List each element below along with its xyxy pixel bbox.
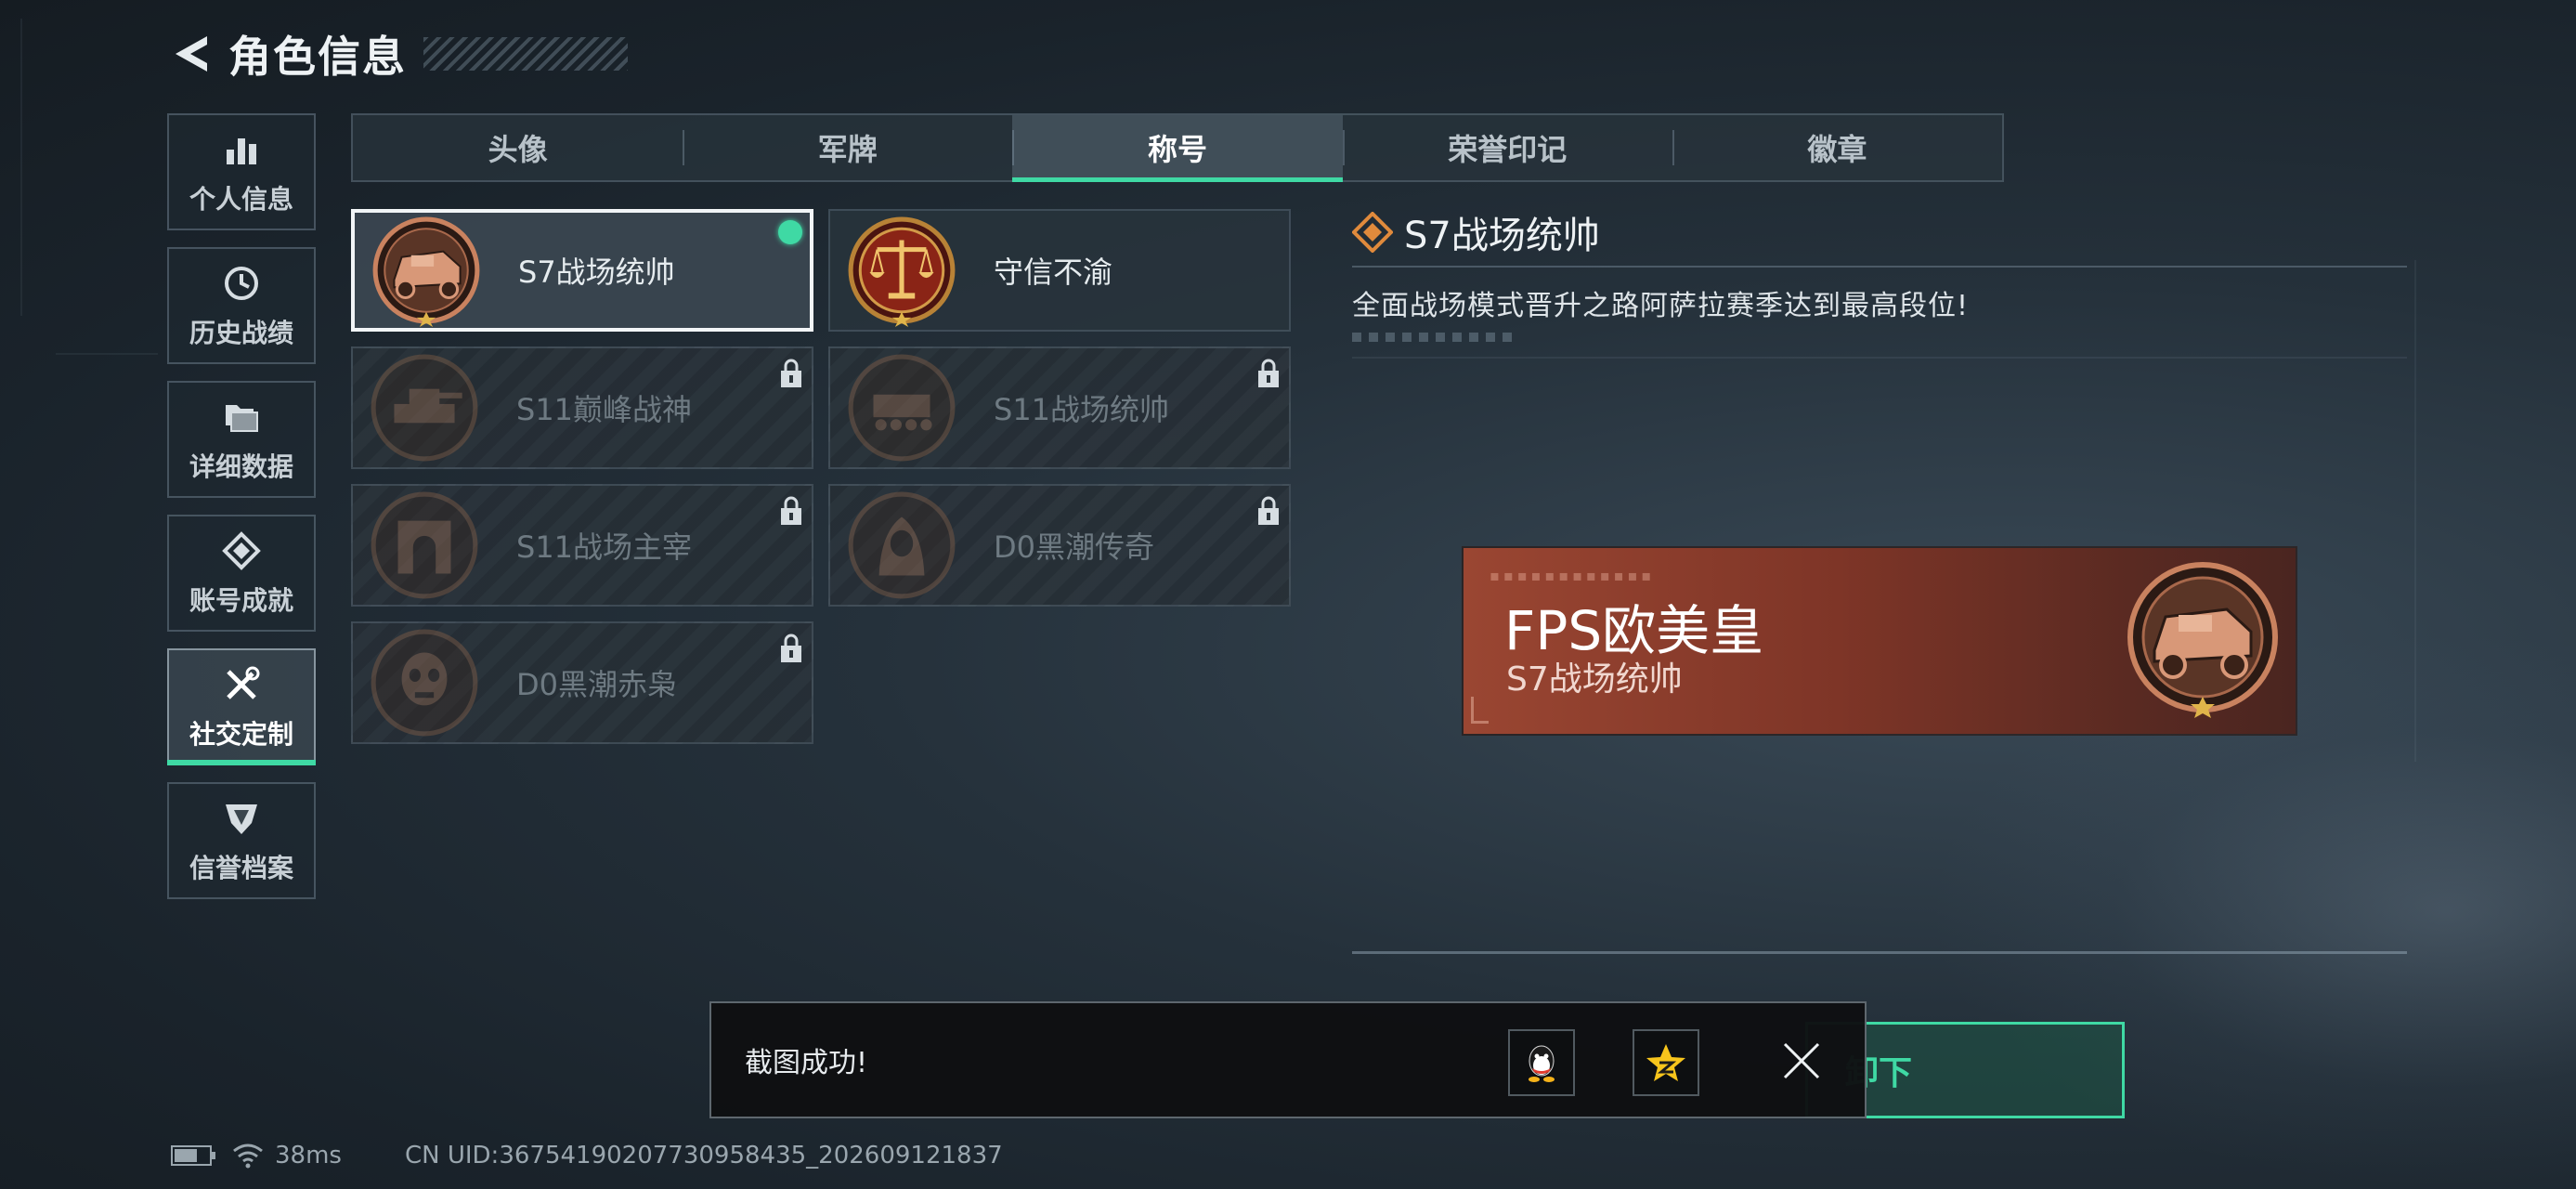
folder-icon [219, 395, 264, 439]
tools-icon [219, 662, 264, 707]
detail-title: S7战场统帅 [1404, 215, 1600, 257]
nav-item-achievements[interactable]: 账号成就 [167, 515, 316, 632]
close-icon [1783, 1042, 1820, 1079]
background-line [2414, 260, 2416, 762]
title-card-s11-dominator[interactable]: S11战场主宰 [351, 484, 813, 607]
title-card-s11-commander[interactable]: S11战场统帅 [828, 346, 1291, 469]
side-nav: 个人信息 历史战绩 详细数据 账号成就 社交定制 信誉档案 [167, 113, 319, 916]
bar-chart-icon [219, 127, 264, 172]
nameplate-decoration: ▪▪▪▪▪▪▪▪▪▪▪▪ [1490, 567, 1656, 584]
divider [1352, 266, 2407, 268]
nav-item-label: 社交定制 [189, 719, 293, 750]
nav-item-label: 个人信息 [189, 184, 293, 215]
qq-penguin-icon [1529, 1045, 1555, 1082]
lock-icon [1258, 496, 1279, 525]
title-card-s11-peak-god[interactable]: S11巅峰战神 [351, 346, 813, 469]
tab-bar: 头像 军牌 称号 荣誉印记 徽章 [351, 113, 2004, 182]
title-card-d0-black-tide-owl[interactable]: D0黑潮赤枭 [351, 621, 813, 744]
nav-item-label: 账号成就 [189, 585, 293, 616]
lock-icon [781, 496, 801, 525]
nav-item-social-customization[interactable]: 社交定制 [167, 648, 316, 765]
equipped-indicator [778, 220, 802, 244]
skull-mask-badge [371, 629, 478, 737]
title-label: S11巅峰战神 [516, 392, 693, 427]
nameplate-bracket [1471, 697, 1489, 724]
title-label: S11战场主宰 [516, 529, 693, 565]
scales-badge [848, 216, 956, 327]
clock-icon [219, 261, 264, 306]
tab-badge[interactable]: 徽章 [1672, 115, 2002, 180]
arch-badge [371, 491, 478, 599]
shield-icon [219, 796, 264, 841]
tab-honor-mark[interactable]: 荣誉印记 [1342, 115, 1672, 180]
wifi-icon [233, 1143, 263, 1169]
nav-item-label: 详细数据 [189, 451, 293, 482]
nav-item-label: 历史战绩 [189, 318, 293, 348]
preview-divider [1352, 951, 2407, 954]
title-label: D0黑潮传奇 [994, 529, 1155, 565]
tab-avatar[interactable]: 头像 [353, 115, 683, 180]
share-qzone-button[interactable] [1633, 1029, 1699, 1096]
share-qq-button[interactable] [1508, 1029, 1575, 1096]
hooded-figure-badge [848, 491, 956, 599]
title-label: S11战场统帅 [994, 392, 1170, 427]
header: 角色信息 [167, 26, 628, 82]
nav-item-credit-profile[interactable]: 信誉档案 [167, 782, 316, 899]
nameplate-preview: ▪▪▪▪▪▪▪▪▪▪▪▪ FPS欧美皇 S7战场统帅 [1464, 548, 2296, 734]
tracked-vehicle-badge [848, 354, 956, 462]
background-line [20, 19, 22, 316]
player-uid: CN UID:3675419020773095843​5_20260912183… [404, 1142, 1003, 1169]
status-bar: 38ms CN UID:3675419020773095843​5_202609… [171, 1139, 1003, 1172]
detail-decoration [1352, 333, 1519, 342]
lock-icon [781, 634, 801, 662]
armored-vehicle-badge [2127, 562, 2278, 718]
tab-dog-tag[interactable]: 军牌 [683, 115, 1012, 180]
achievement-icon [219, 529, 264, 573]
title-label: D0黑潮赤枭 [516, 667, 678, 702]
nav-item-match-history[interactable]: 历史战绩 [167, 247, 316, 364]
detail-header: S7战场统帅 [1352, 206, 2407, 258]
back-arrow-icon[interactable] [167, 30, 215, 78]
battery-icon [171, 1145, 215, 1166]
toast-close-button[interactable] [1772, 1031, 1831, 1091]
nav-item-label: 信誉档案 [189, 853, 293, 883]
title-card-s7-commander[interactable]: S7战场统帅 [351, 209, 813, 332]
lock-icon [781, 359, 801, 387]
tab-title[interactable]: 称号 [1012, 115, 1343, 182]
nameplate-title: S7战场统帅 [1506, 660, 1683, 699]
title-detail-panel: S7战场统帅 全面战场模式晋升之路阿萨拉赛季达到最高段位! [1352, 206, 2407, 342]
title-card-d0-black-tide-legend[interactable]: D0黑潮传奇 [828, 484, 1291, 607]
nav-item-detailed-data[interactable]: 详细数据 [167, 381, 316, 498]
title-label: S7战场统帅 [518, 255, 675, 290]
toast-message: 截图成功! [745, 1047, 868, 1079]
background-line [56, 353, 158, 355]
tank-badge [371, 354, 478, 462]
title-label: 守信不渝 [994, 255, 1113, 290]
title-card-keep-faith[interactable]: 守信不渝 [828, 209, 1291, 332]
armored-vehicle-badge [372, 216, 480, 327]
page-title: 角色信息 [228, 32, 407, 82]
detail-description: 全面战场模式晋升之路阿萨拉赛季达到最高段位! [1352, 290, 1970, 322]
nav-item-personal-info[interactable]: 个人信息 [167, 113, 316, 230]
screenshot-toast: 截图成功! [709, 1001, 1867, 1118]
title-decoration [423, 37, 628, 71]
lock-icon [1258, 359, 1279, 387]
qzone-star-icon [1646, 1044, 1685, 1081]
title-diamond-icon [1352, 212, 1393, 253]
ping-value: 38ms [275, 1142, 342, 1169]
